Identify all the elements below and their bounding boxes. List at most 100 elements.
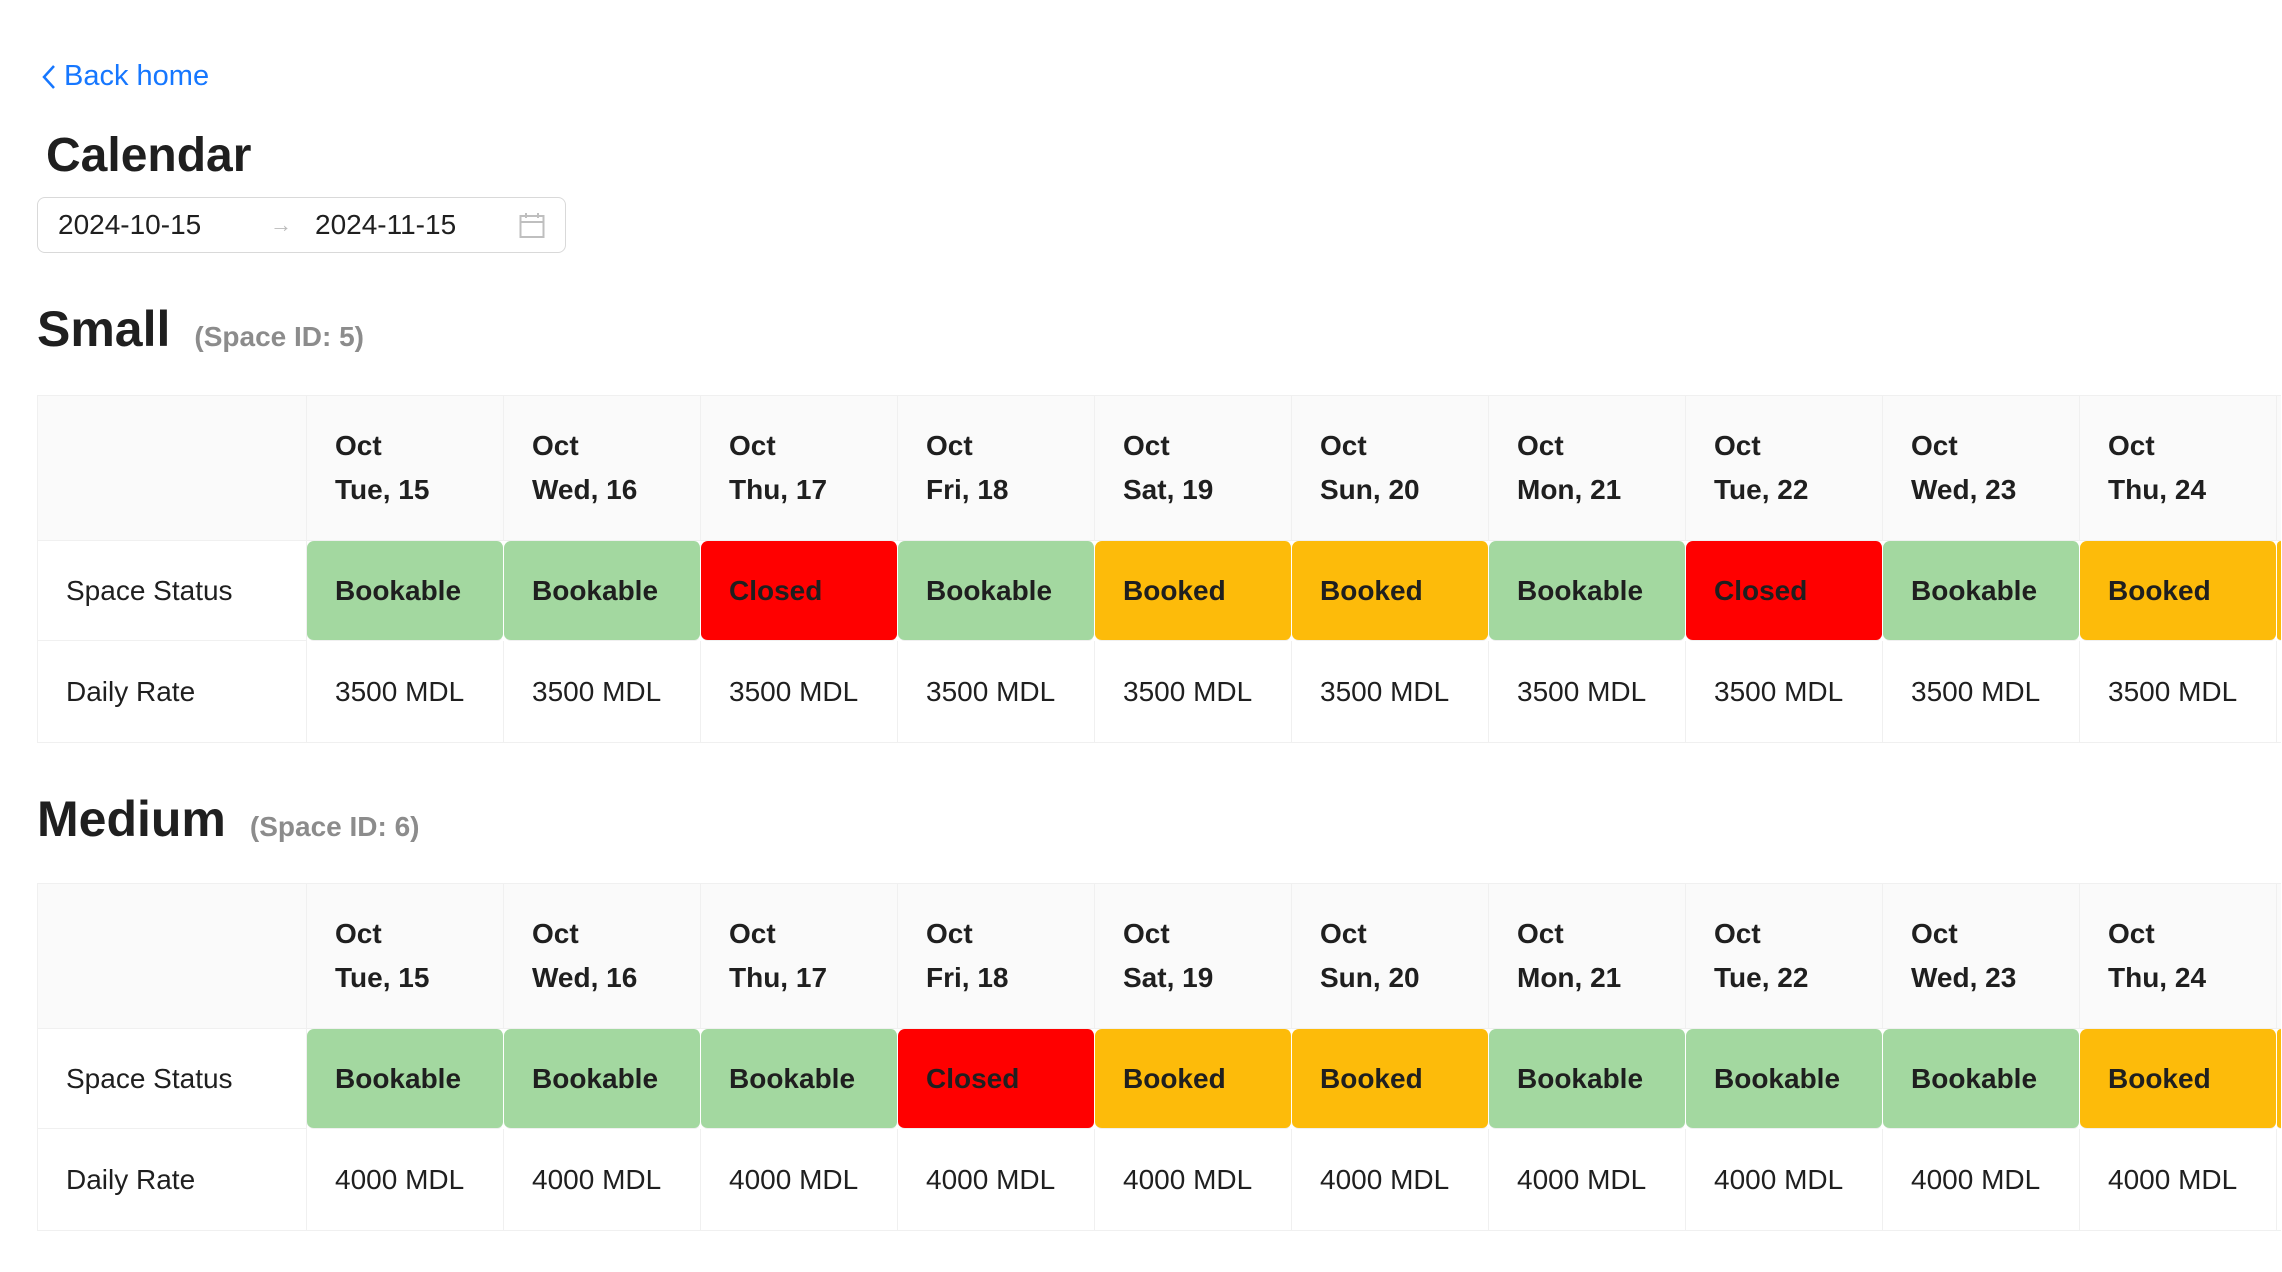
date-header-cell: Oct Sat, 19 <box>1095 396 1292 541</box>
rate-row: Daily Rate 4000 MDL 4000 MDL 4000 MDL 4000 M… <box>38 1129 2281 1231</box>
daily-rate-cell: 4000 MDL <box>1686 1129 1883 1231</box>
space-id: (Space ID: 6) <box>249 811 420 842</box>
month: Oct <box>1123 918 1170 949</box>
status-badge[interactable]: Closed <box>701 541 898 641</box>
month: Oct <box>1517 430 1564 461</box>
daily-rate-cell: 3500 MDL <box>1489 641 1686 743</box>
date-header-cell: Oct Tue, 15 <box>307 396 504 541</box>
status-badge[interactable]: Booked <box>1292 1029 1489 1129</box>
daily-rate-cell-overflow <box>2277 1129 2281 1231</box>
month: Oct <box>335 430 382 461</box>
space-calendar-table: Oct Tue, 15 Oct Wed, 16 Oct Thu, 17 Oct Fri, 18… <box>37 395 2281 743</box>
daily-rate-cell: 3500 MDL <box>1883 641 2080 743</box>
status-badge[interactable]: Booked <box>2080 541 2277 641</box>
date-range-picker[interactable]: 2024-10-15 → 2024-11-15 <box>37 197 566 253</box>
row-label-status: Space Status <box>38 1029 307 1129</box>
range-arrow-icon: → <box>270 212 292 237</box>
day: Wed, 16 <box>532 474 638 505</box>
date-header-cell: Oct Thu, 17 <box>701 884 898 1029</box>
space-name: Medium <box>37 791 226 847</box>
month: Oct <box>335 918 382 949</box>
month: Oct <box>1911 430 1958 461</box>
month: Oct <box>1517 918 1564 949</box>
daily-rate-cell: 3500 MDL <box>1292 641 1489 743</box>
daily-rate-cell: 4000 MDL <box>1883 1129 2080 1231</box>
status-badge[interactable]: Bookable <box>1883 1029 2080 1129</box>
date-header-cell-overflow <box>2277 396 2281 541</box>
status-badge[interactable]: Bookable <box>1489 1029 1686 1129</box>
day: Mon, 21 <box>1517 962 1622 993</box>
row-label-status: Space Status <box>38 541 307 641</box>
daily-rate-cell: 4000 MDL <box>307 1129 504 1231</box>
status-badge[interactable]: Booked <box>1095 541 1292 641</box>
daily-rate-cell: 3500 MDL <box>504 641 701 743</box>
month: Oct <box>729 918 776 949</box>
daily-rate-cell: 4000 MDL <box>701 1129 898 1231</box>
status-badge[interactable]: Bookable <box>504 541 701 641</box>
status-badge[interactable]: Closed <box>898 1029 1095 1129</box>
status-badge[interactable]: Bookable <box>307 541 504 641</box>
daily-rate-cell: 4000 MDL <box>1489 1129 1686 1231</box>
calendar-icon[interactable] <box>519 212 545 239</box>
date-header-cell: Oct Tue, 22 <box>1686 884 1883 1029</box>
month: Oct <box>532 430 579 461</box>
date-header-cell: Oct Wed, 23 <box>1883 884 2080 1029</box>
rate-row: Daily Rate 3500 MDL 3500 MDL 3500 MDL 3500 M… <box>38 641 2281 743</box>
day: Thu, 24 <box>2108 962 2207 993</box>
back-home-label: Back home <box>64 60 210 92</box>
month: Oct <box>1714 918 1761 949</box>
chevron-left-icon <box>42 64 55 89</box>
month: Oct <box>1714 430 1761 461</box>
date-header-cell: Oct Thu, 24 <box>2080 396 2277 541</box>
day: Sun, 20 <box>1320 474 1420 505</box>
status-badge[interactable]: Bookable <box>307 1029 504 1129</box>
date-header-cell: Oct Wed, 23 <box>1883 396 2080 541</box>
status-badge[interactable]: Booked <box>1095 1029 1292 1129</box>
status-badge[interactable]: Bookable <box>898 541 1095 641</box>
month: Oct <box>2108 430 2155 461</box>
month: Oct <box>1123 430 1170 461</box>
space-name: Small <box>37 301 171 357</box>
end-date-input[interactable]: 2024-11-15 <box>315 209 456 241</box>
start-date-input[interactable]: 2024-10-15 <box>58 209 201 241</box>
status-badge-overflow[interactable] <box>2277 1029 2281 1129</box>
status-badge[interactable]: Bookable <box>504 1029 701 1129</box>
status-badge[interactable]: Closed <box>1686 541 1883 641</box>
space-id: (Space ID: 5) <box>194 321 365 352</box>
daily-rate-cell: 3500 MDL <box>898 641 1095 743</box>
status-badge[interactable]: Booked <box>2080 1029 2277 1129</box>
status-badge[interactable]: Bookable <box>701 1029 898 1129</box>
day: Tue, 15 <box>335 474 430 505</box>
back-home-link[interactable]: Back home <box>40 60 209 93</box>
row-label-rate: Daily Rate <box>38 641 307 743</box>
date-header-cell: Oct Wed, 16 <box>504 884 701 1029</box>
status-badge[interactable]: Bookable <box>1686 1029 1883 1129</box>
status-badge[interactable]: Bookable <box>1883 541 2080 641</box>
day: Wed, 23 <box>1911 474 2017 505</box>
day: Sun, 20 <box>1320 962 1420 993</box>
date-header-cell: Oct Fri, 18 <box>898 396 1095 541</box>
day: Fri, 18 <box>926 962 1009 993</box>
month: Oct <box>532 918 579 949</box>
day: Mon, 21 <box>1517 474 1622 505</box>
date-header-cell-overflow <box>2277 884 2281 1029</box>
day: Wed, 23 <box>1911 962 2017 993</box>
space-section-heading: Medium (Space ID: 6) <box>37 790 420 848</box>
date-header-cell: Oct Fri, 18 <box>898 884 1095 1029</box>
day: Thu, 17 <box>729 962 828 993</box>
day: Tue, 15 <box>335 962 430 993</box>
month: Oct <box>729 430 776 461</box>
status-badge[interactable]: Booked <box>1292 541 1489 641</box>
day: Thu, 17 <box>729 474 828 505</box>
month: Oct <box>1911 918 1958 949</box>
month: Oct <box>1320 430 1367 461</box>
space-section-heading: Small (Space ID: 5) <box>37 300 364 358</box>
status-badge-overflow[interactable] <box>2277 541 2281 641</box>
day: Wed, 16 <box>532 962 638 993</box>
status-badge[interactable]: Bookable <box>1489 541 1686 641</box>
daily-rate-cell: 3500 MDL <box>1686 641 1883 743</box>
corner-cell <box>38 884 307 1029</box>
status-row: Space Status Bookable Bookable Bookable Clos… <box>38 1029 2281 1129</box>
daily-rate-cell-overflow <box>2277 641 2281 743</box>
date-header-cell: Oct Mon, 21 <box>1489 884 1686 1029</box>
